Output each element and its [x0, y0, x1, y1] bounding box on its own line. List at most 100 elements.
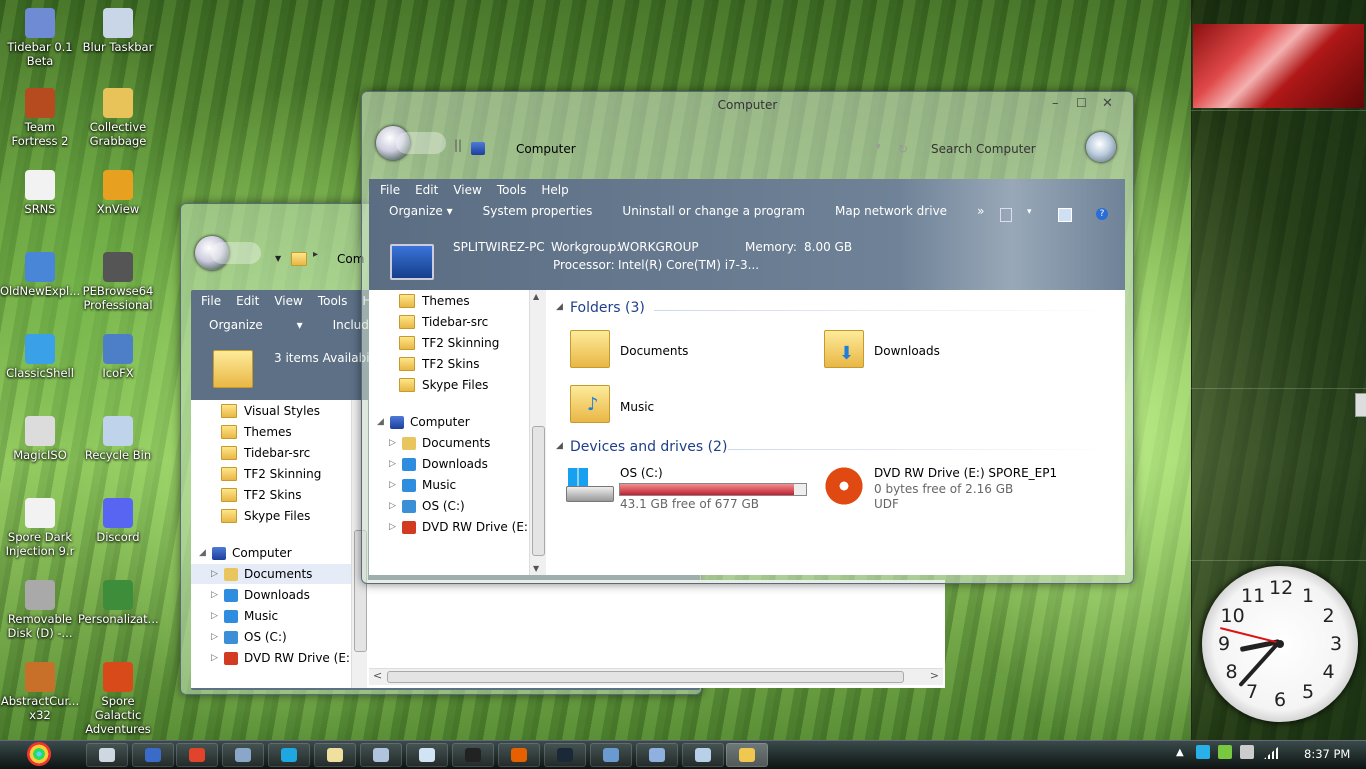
taskbar-button[interactable]: [360, 743, 402, 767]
downloads-folder-icon[interactable]: ⬇: [824, 330, 864, 368]
view-icon[interactable]: [1000, 208, 1012, 222]
preview-pane-icon[interactable]: [1058, 208, 1072, 222]
desktop-icon[interactable]: Team Fortress 2: [0, 88, 80, 148]
desktop-icon[interactable]: Tidebar 0.1 Beta: [0, 8, 80, 68]
tree-item[interactable]: ▷ Downloads: [211, 585, 310, 605]
tree-item[interactable]: ▷ Documents: [389, 433, 490, 453]
taskbar-button[interactable]: [268, 743, 310, 767]
sidebar-slideshow-thumbnail[interactable]: [1193, 24, 1364, 108]
taskbar-button[interactable]: [726, 743, 768, 767]
menu-item[interactable]: Tools: [318, 294, 348, 308]
taskbar-button[interactable]: [406, 743, 448, 767]
tree-item[interactable]: ▷ Documents: [191, 564, 351, 584]
taskbar-button[interactable]: [636, 743, 678, 767]
start-button[interactable]: [6, 740, 86, 768]
menu-item[interactable]: View: [274, 294, 302, 308]
tree-item[interactable]: ▷ DVD RW Drive (E:) SP: [389, 517, 551, 537]
tree-item[interactable]: ▷ DVD RW Drive (E:) SP: [211, 648, 373, 668]
documents-folder-icon[interactable]: [570, 330, 610, 368]
dvd-drive-icon[interactable]: [824, 466, 864, 506]
menu-item[interactable]: Help: [541, 183, 568, 197]
forward-button[interactable]: [396, 132, 446, 154]
desktop-icon[interactable]: SRNS: [0, 170, 80, 216]
expand-icon[interactable]: ▷: [389, 459, 399, 469]
expand-icon[interactable]: ▷: [211, 590, 221, 600]
tree-scrollbar[interactable]: ▲ ▼: [529, 290, 546, 575]
desktop-icon[interactable]: Blur Taskbar: [78, 8, 158, 54]
desktop-icon[interactable]: Spore Galactic Adventures: [78, 662, 158, 736]
desktop-icon[interactable]: Recycle Bin: [78, 416, 158, 462]
back-navigation-pane[interactable]: Visual Styles Themes Tidebar-src TF2 Skinni…: [191, 400, 373, 688]
taskbar-button[interactable]: [176, 743, 218, 767]
expand-icon[interactable]: ▷: [211, 569, 221, 579]
clock-gadget[interactable]: 12 1 2 3 4 5 6 7 8 9 10 11: [1202, 566, 1358, 722]
tree-item[interactable]: ▷ OS (C:): [211, 627, 287, 647]
expand-icon[interactable]: ▷: [389, 480, 399, 490]
search-icon[interactable]: [1086, 132, 1116, 162]
expand-icon[interactable]: ▷: [389, 522, 399, 532]
desktop-icon[interactable]: IcoFX: [78, 334, 158, 380]
tree-root-computer[interactable]: ◢ Computer: [377, 412, 470, 432]
desktop-icon[interactable]: AbstractCur... x32: [0, 662, 80, 722]
menu-item[interactable]: File: [201, 294, 221, 308]
tree-item[interactable]: Tidebar-src: [399, 312, 488, 332]
refresh-icon[interactable]: ↻: [898, 142, 908, 156]
collapse-icon[interactable]: ◢: [377, 417, 387, 427]
menu-item[interactable]: Tools: [497, 183, 527, 197]
music-folder[interactable]: Music: [620, 400, 654, 414]
expand-icon[interactable]: ▷: [211, 653, 221, 663]
nvidia-tray-icon[interactable]: [1218, 745, 1232, 759]
tree-item[interactable]: Skype Files: [221, 506, 310, 526]
expand-icon[interactable]: ▷: [389, 438, 399, 448]
drive-c-name[interactable]: OS (C:): [620, 466, 663, 480]
desktop-icon[interactable]: Spore Dark Injection 9.r: [0, 498, 80, 558]
command-button[interactable]: »: [977, 204, 984, 218]
drive-e-name[interactable]: DVD RW Drive (E:) SPORE_EP1: [874, 466, 1057, 480]
show-hidden-icons-icon[interactable]: ▲: [1176, 747, 1184, 758]
command-button[interactable]: Uninstall or change a program: [622, 204, 805, 218]
tree-item[interactable]: ▷ OS (C:): [389, 496, 465, 516]
taskbar-button[interactable]: [590, 743, 632, 767]
taskbar-button[interactable]: [544, 743, 586, 767]
tree-item[interactable]: ▷ Music: [211, 606, 278, 626]
devices-header[interactable]: Devices and drives (2): [570, 439, 727, 455]
hard-drive-icon[interactable]: [566, 468, 614, 504]
tree-item[interactable]: TF2 Skins: [221, 485, 301, 505]
tree-root-computer[interactable]: ◢ Computer: [199, 543, 292, 563]
music-folder-icon[interactable]: ♪: [570, 385, 610, 423]
command-button[interactable]: Organize ▾: [389, 204, 453, 218]
close-button[interactable]: ✕: [1102, 96, 1113, 111]
content-pane[interactable]: Folders (3) ◢ Documents ⬇ Downloads ♪ Mu…: [546, 290, 1125, 575]
taskbar-button[interactable]: [222, 743, 264, 767]
taskbar-clock[interactable]: 8:37 PM: [1304, 747, 1350, 761]
search-input[interactable]: Search Computer: [931, 142, 1036, 156]
taskbar-button[interactable]: [314, 743, 356, 767]
desktop-icon[interactable]: MagicISO: [0, 416, 80, 462]
taskbar-button[interactable]: [452, 743, 494, 767]
menu-item[interactable]: File: [380, 183, 400, 197]
menu-item[interactable]: Edit: [415, 183, 438, 197]
address-chevron-icon[interactable]: ▸: [313, 249, 318, 260]
tree-item[interactable]: Themes: [399, 291, 470, 311]
action-center-icon[interactable]: [1240, 745, 1254, 759]
tree-item[interactable]: Themes: [221, 422, 292, 442]
maximize-button[interactable]: ☐: [1076, 96, 1087, 110]
taskbar-button[interactable]: [682, 743, 724, 767]
desktop-icon[interactable]: ClassicShell: [0, 334, 80, 380]
view-dropdown-icon[interactable]: ▾: [1027, 207, 1032, 217]
command-button[interactable]: System properties: [483, 204, 593, 218]
collapse-icon[interactable]: ◢: [556, 441, 563, 451]
downloads-folder[interactable]: Downloads: [874, 344, 940, 358]
menu-item[interactable]: View: [453, 183, 481, 197]
tree-item[interactable]: Visual Styles: [221, 401, 320, 421]
minimize-button[interactable]: –: [1052, 96, 1059, 111]
desktop-icon[interactable]: OldNewExpl...: [0, 252, 80, 298]
tree-item[interactable]: Skype Files: [399, 375, 488, 395]
desktop-icon[interactable]: XnView: [78, 170, 158, 216]
tree-item[interactable]: TF2 Skinning: [399, 333, 499, 353]
desktop-icon[interactable]: Personalizat...: [78, 580, 159, 626]
help-icon[interactable]: ?: [1096, 208, 1108, 220]
steam-tray-icon[interactable]: [1196, 745, 1210, 759]
taskbar-button[interactable]: [86, 743, 128, 767]
desktop-icon[interactable]: PEBrowse64 Professional: [78, 252, 158, 312]
